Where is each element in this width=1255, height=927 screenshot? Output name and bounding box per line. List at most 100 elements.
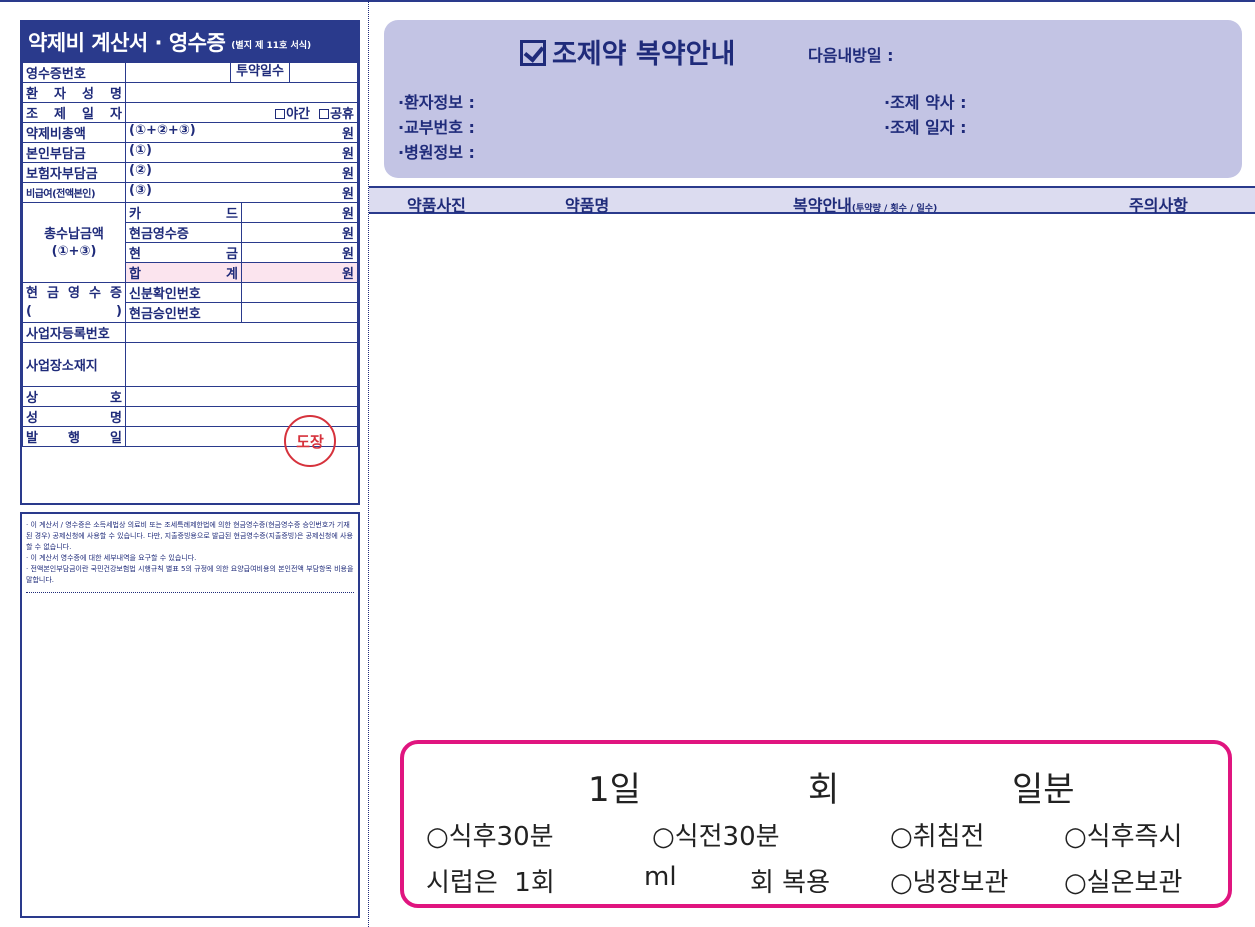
table-row: 보험자부담금 (②) 원 <box>22 162 358 183</box>
receipt-table: 영수증번호 투약일수 환 자 성 명 조 제 일 자 야간 공휴 약제비총액 (… <box>22 62 358 447</box>
next-visit-label: 다음내방일 : <box>808 46 894 65</box>
sum-label: 합 계 <box>125 262 242 283</box>
patient-name-label: 환 자 성 명 <box>22 82 126 103</box>
night-checkbox[interactable] <box>275 109 286 119</box>
table-row: 총수납금액 (①+③) 카 드 원 <box>22 202 358 283</box>
insurer-pay-formula: (②) <box>129 163 152 179</box>
won-unit: 원 <box>342 187 354 202</box>
stamp-label: 도장 <box>296 432 324 451</box>
card-label: 카 드 <box>125 202 242 223</box>
company-field[interactable] <box>125 386 358 407</box>
col-drug-name: 약품명 <box>565 196 610 215</box>
col-photo: 약품사진 <box>407 196 466 215</box>
holiday-label: 공휴 <box>330 107 354 122</box>
self-pay-label: 본인부담금 <box>22 142 126 163</box>
sum-field[interactable]: 원 <box>241 262 358 283</box>
patient-info-label: ·환자정보 : <box>398 93 475 112</box>
table-row: 사업장소재지 <box>22 342 358 387</box>
bedtime-option[interactable]: ○취침전 <box>890 816 984 853</box>
note-2: · 이 계산서 영수증에 대한 세부내역을 요구할 수 있습니다. <box>26 554 197 562</box>
issue-date-label: 발 행 일 <box>22 426 126 447</box>
total-paid-label: 총수납금액 <box>44 226 104 242</box>
won-unit: 원 <box>342 267 354 282</box>
right-after-meal-option[interactable]: ○식후즉시 <box>1064 816 1182 853</box>
holiday-checkbox[interactable] <box>319 109 330 119</box>
col-instructions: 복약안내(투약량 / 횟수 / 일수) <box>793 192 937 216</box>
won-unit: 원 <box>342 147 354 162</box>
prep-date-field[interactable]: 야간 공휴 <box>125 102 358 123</box>
company-label: 상 호 <box>22 386 126 407</box>
receipt-no-field[interactable]: 투약일수 <box>125 62 358 83</box>
room-temp-option[interactable]: ○실온보관 <box>1064 862 1182 899</box>
patient-name-field[interactable] <box>125 82 358 103</box>
receipt-title: 약제비 계산서 · 영수증 <box>28 31 226 55</box>
table-row: 비급여(전액본인) (③) 원 <box>22 182 358 203</box>
col-instructions-label: 복약안내 <box>793 196 852 215</box>
biz-addr-label: 사업장소재지 <box>22 342 126 387</box>
table-row: 영수증번호 투약일수 <box>22 62 358 83</box>
table-row: 환 자 성 명 <box>22 82 358 103</box>
paren-left: ( <box>26 303 32 319</box>
table-row: 약제비총액 (①+②+③) 원 <box>22 122 358 143</box>
after-meal-30-option[interactable]: ○식후30분 <box>426 816 554 853</box>
won-unit: 원 <box>342 227 354 242</box>
drug-table-header: 약품사진 약품명 복약안내(투약량 / 횟수 / 일수) 주의사항 <box>369 186 1255 216</box>
cash-receipt-field[interactable]: 원 <box>241 222 358 243</box>
page-top-border <box>0 0 1255 2</box>
receipt-notes: · 이 계산서 / 영수증은 소득세법상 의료비 또는 조세특례제한법에 의한 … <box>20 512 360 918</box>
col-cautions: 주의사항 <box>1129 196 1188 215</box>
table-row: 조 제 일 자 야간 공휴 <box>22 102 358 123</box>
noncovered-field[interactable]: (③) 원 <box>125 182 358 203</box>
won-unit: 원 <box>342 127 354 142</box>
cash-receipt-label: 현금영수증 <box>125 222 242 243</box>
paren-right: ) <box>116 303 122 319</box>
total-field[interactable]: (①+②+③) 원 <box>125 122 358 143</box>
biz-reg-field[interactable] <box>125 322 358 343</box>
dosage-days: 일분 <box>1012 770 1075 810</box>
receipt-title-bar: 약제비 계산서 · 영수증 (별지 제 11호 서식) <box>22 22 358 62</box>
perforation-line <box>368 0 369 927</box>
total-paid-formula: (①+③) <box>51 243 97 259</box>
note-1: · 이 계산서 / 영수증은 소득세법상 의료비 또는 조세특례제한법에 의한 … <box>26 521 353 551</box>
prep-date-label: 조 제 일 자 <box>22 102 126 123</box>
cash-receipt-title: 현 금 영 수 증 <box>26 285 122 301</box>
card-field[interactable]: 원 <box>241 202 358 223</box>
guide-title: 조제약 복약안내 <box>520 32 735 71</box>
won-unit: 원 <box>342 207 354 222</box>
self-pay-field[interactable]: (①) 원 <box>125 142 358 163</box>
id-no-label: 신분확인번호 <box>125 282 242 303</box>
syrup-label: 시럽은 1회 <box>426 868 555 898</box>
cash-label: 현 금 <box>125 242 242 263</box>
won-unit: 원 <box>342 167 354 182</box>
table-row: 현 금 영 수 증 () 신분확인번호 <box>22 282 358 323</box>
issue-no-label: ·교부번호 : <box>398 118 475 137</box>
guide-header: 조제약 복약안내 다음내방일 : ·환자정보 : ·교부번호 : ·병원정보 :… <box>384 20 1242 178</box>
biz-addr-field[interactable] <box>125 342 358 387</box>
fridge-option[interactable]: ○냉장보관 <box>890 862 1008 899</box>
notes-divider <box>26 592 354 593</box>
ml-unit: ml <box>644 862 677 892</box>
total-label: 약제비총액 <box>22 122 126 143</box>
stamp-seal: 도장 <box>284 415 336 467</box>
dosage-times: 회 <box>808 770 840 810</box>
total-paid-cell: 총수납금액 (①+③) <box>22 202 126 283</box>
biz-reg-label: 사업자등록번호 <box>22 322 126 343</box>
dosage-box: 1일 회 일분 ○식후30분 ○식전30분 ○취침전 ○식후즉시 시럽은 1회 … <box>400 740 1232 908</box>
dosage-day: 1일 <box>588 770 641 810</box>
approval-no-field[interactable] <box>241 302 358 323</box>
cash-field[interactable]: 원 <box>241 242 358 263</box>
note-3: · 전액본인부담금이란 국민건강보험법 시행규칙 별표 5의 규정에 의한 요양… <box>26 565 354 584</box>
name-label: 성 명 <box>22 406 126 427</box>
id-no-field[interactable] <box>241 282 358 303</box>
won-unit: 원 <box>342 247 354 262</box>
insurer-pay-field[interactable]: (②) 원 <box>125 162 358 183</box>
hospital-info-label: ·병원정보 : <box>398 143 475 162</box>
table-row: 사업자등록번호 <box>22 322 358 343</box>
before-meal-30-option[interactable]: ○식전30분 <box>652 816 780 853</box>
check-icon <box>520 40 546 66</box>
cash-receipt-cell: 현 금 영 수 증 () <box>22 282 126 323</box>
insurer-pay-label: 보험자부담금 <box>22 162 126 183</box>
table-row: 본인부담금 (①) 원 <box>22 142 358 163</box>
receipt-no-label: 영수증번호 <box>22 62 126 83</box>
table-row: 상 호 <box>22 386 358 407</box>
